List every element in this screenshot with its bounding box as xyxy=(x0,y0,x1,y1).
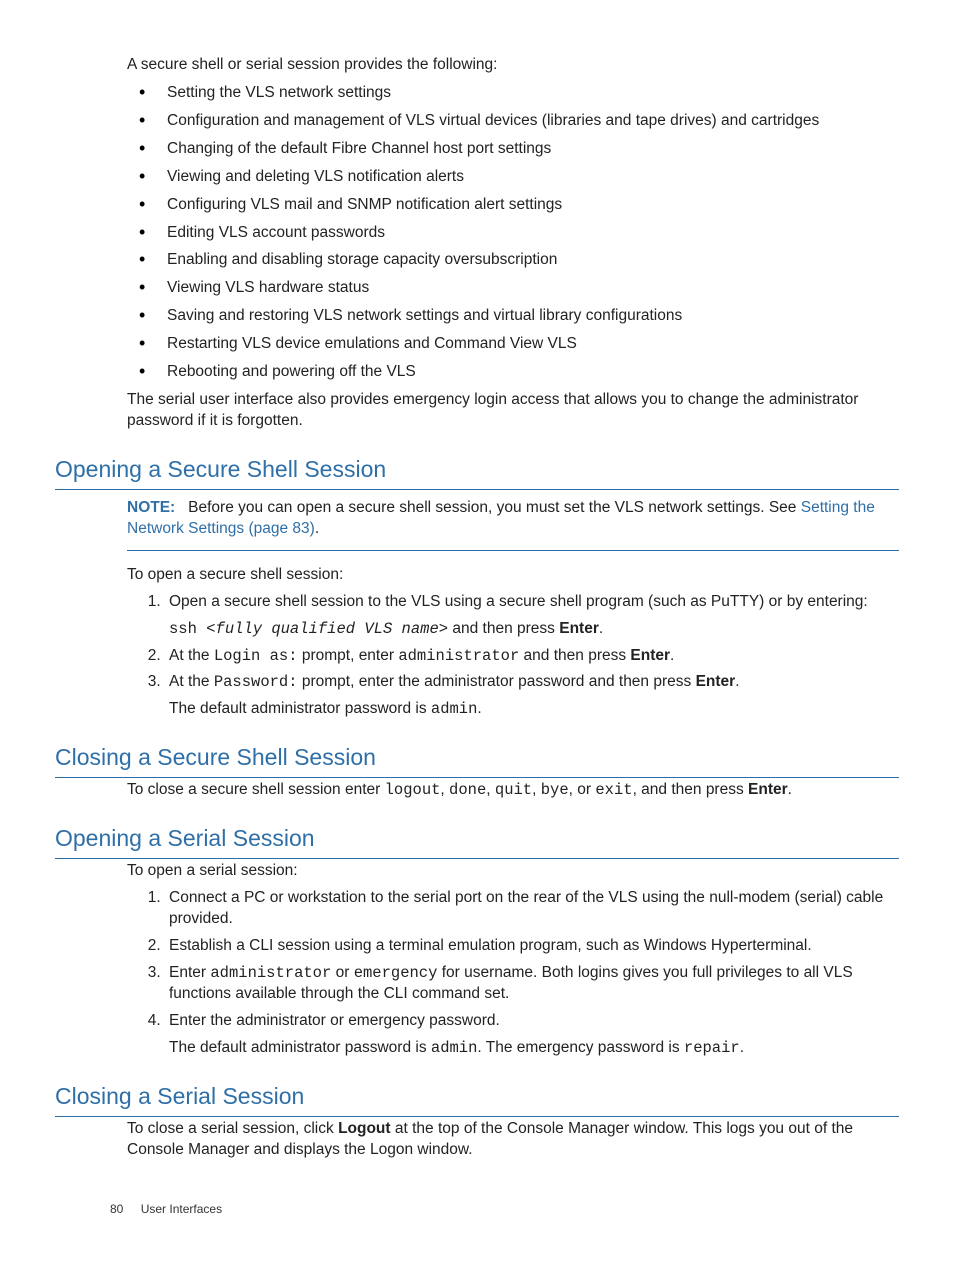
note-label: NOTE: xyxy=(127,499,175,516)
or: , or xyxy=(569,781,596,798)
period: . xyxy=(599,620,603,637)
step-item: Open a secure shell session to the VLS u… xyxy=(165,592,899,640)
section-heading-close-ssh: Closing a Secure Shell Session xyxy=(55,742,899,778)
code-text: bye xyxy=(541,781,569,799)
period: . xyxy=(740,1039,744,1056)
code-text: exit xyxy=(595,781,632,799)
step-item: Establish a CLI session using a terminal… xyxy=(165,936,899,957)
step-text: and then press xyxy=(448,620,559,637)
code-text: repair xyxy=(684,1039,740,1057)
lead-text: To open a secure shell session: xyxy=(127,565,899,586)
code-text: done xyxy=(449,781,486,799)
period: . xyxy=(735,673,739,690)
step-sub: The default administrator password is ad… xyxy=(169,1038,899,1059)
code-text: admin xyxy=(431,1039,478,1057)
step-item: Enter the administrator or emergency pas… xyxy=(165,1011,899,1059)
code-text-italic: <fully qualified VLS name> xyxy=(206,620,448,638)
step-sub: ssh <fully qualified VLS name> and then … xyxy=(169,619,899,640)
sep: , xyxy=(486,781,495,798)
logout-text: Logout xyxy=(338,1120,391,1137)
note-tail: . xyxy=(315,520,319,537)
enter-key: Enter xyxy=(559,620,599,637)
code-text: emergency xyxy=(354,964,438,982)
code-text: administrator xyxy=(210,964,331,982)
code-text: admin xyxy=(431,700,478,718)
sep: , xyxy=(532,781,541,798)
list-item: Setting the VLS network settings xyxy=(127,83,899,104)
step-text: and then press xyxy=(519,647,630,664)
list-item: Restarting VLS device emulations and Com… xyxy=(127,334,899,355)
code-text: Login as: xyxy=(214,647,298,665)
code-text: Password: xyxy=(214,673,298,691)
code-text: logout xyxy=(385,781,441,799)
step-item: At the Login as: prompt, enter administr… xyxy=(165,646,899,667)
step-item: At the Password: prompt, enter the admin… xyxy=(165,672,899,720)
list-item: Viewing VLS hardware status xyxy=(127,278,899,299)
step-text: Open a secure shell session to the VLS u… xyxy=(169,593,868,610)
code-text: ssh xyxy=(169,620,206,638)
note-body: Before you can open a secure shell sessi… xyxy=(188,499,801,516)
step-text: At the xyxy=(169,647,214,664)
step-text: prompt, enter xyxy=(298,647,399,664)
serial-open-steps: Connect a PC or workstation to the seria… xyxy=(127,888,899,1058)
list-item: Viewing and deleting VLS notification al… xyxy=(127,167,899,188)
list-item: Enabling and disabling storage capacity … xyxy=(127,250,899,271)
step-text: The default administrator password is xyxy=(169,700,431,717)
page-number: 80 xyxy=(110,1202,123,1216)
step-text: or xyxy=(331,964,353,981)
section-heading-close-serial: Closing a Serial Session xyxy=(55,1081,899,1117)
list-item: Saving and restoring VLS network setting… xyxy=(127,306,899,327)
code-text: quit xyxy=(495,781,532,799)
section-heading-open-ssh: Opening a Secure Shell Session xyxy=(55,454,899,490)
step-text: The default administrator password is xyxy=(169,1039,431,1056)
enter-key: Enter xyxy=(696,673,736,690)
code-text: administrator xyxy=(398,647,519,665)
period: . xyxy=(477,700,481,717)
intro-text: A secure shell or serial session provide… xyxy=(127,55,899,76)
body-text: , and then press xyxy=(633,781,748,798)
step-text: Enter xyxy=(169,964,210,981)
step-sub: The default administrator password is ad… xyxy=(169,699,899,720)
intro-tail: The serial user interface also provides … xyxy=(127,390,899,432)
body-text: To close a secure shell session enter xyxy=(127,781,385,798)
step-text: Enter the administrator or emergency pas… xyxy=(169,1012,500,1029)
step-text: At the xyxy=(169,673,214,690)
step-item: Connect a PC or workstation to the seria… xyxy=(165,888,899,930)
note-block: NOTE: Before you can open a secure shell… xyxy=(127,492,899,551)
feature-list: Setting the VLS network settings Configu… xyxy=(127,83,899,383)
enter-key: Enter xyxy=(630,647,670,664)
footer-title: User Interfaces xyxy=(141,1202,222,1216)
period: . xyxy=(788,781,792,798)
close-serial-body: To close a serial session, click Logout … xyxy=(127,1119,899,1161)
list-item: Changing of the default Fibre Channel ho… xyxy=(127,139,899,160)
section-heading-open-serial: Opening a Serial Session xyxy=(55,823,899,859)
sep: , xyxy=(440,781,449,798)
list-item: Configuring VLS mail and SNMP notificati… xyxy=(127,195,899,216)
list-item: Configuration and management of VLS virt… xyxy=(127,111,899,132)
close-ssh-body: To close a secure shell session enter lo… xyxy=(127,780,899,801)
intro-block: A secure shell or serial session provide… xyxy=(127,55,899,432)
step-text: . The emergency password is xyxy=(477,1039,683,1056)
list-item: Rebooting and powering off the VLS xyxy=(127,362,899,383)
body-text: To close a serial session, click xyxy=(127,1120,338,1137)
ssh-open-steps: Open a secure shell session to the VLS u… xyxy=(127,592,899,721)
step-text: prompt, enter the administrator password… xyxy=(298,673,696,690)
page-footer: 80 User Interfaces xyxy=(110,1201,222,1217)
lead-text: To open a serial session: xyxy=(127,861,899,882)
step-item: Enter administrator or emergency for use… xyxy=(165,963,899,1005)
period: . xyxy=(670,647,674,664)
enter-key: Enter xyxy=(748,781,788,798)
list-item: Editing VLS account passwords xyxy=(127,223,899,244)
